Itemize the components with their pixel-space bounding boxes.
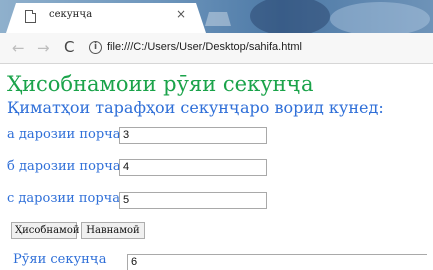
back-arrow-icon[interactable]: ←	[12, 39, 25, 57]
page-title: Ҳисобнамоии рӯяи секунҷа	[7, 72, 314, 96]
browser-toolbar: ← → C i file:///C:/Users/User/Desktop/sa…	[0, 33, 433, 64]
reset-button[interactable]: Навнамоӣ	[81, 222, 145, 239]
result-label: Рӯяи секунҷа	[13, 252, 107, 267]
result-output: 6	[127, 254, 427, 270]
page-subtitle: Қиматҳои тарафҳои секунҷаро ворид кунед:	[7, 98, 384, 117]
side-a-label: а дарозии порча	[7, 127, 121, 142]
tab-close-icon[interactable]: ×	[176, 7, 186, 21]
address-bar[interactable]: i file:///C:/Users/User/Desktop/sahifa.h…	[84, 37, 429, 59]
browser-tab-strip: секунҷа ×	[0, 0, 433, 33]
address-url[interactable]: file:///C:/Users/User/Desktop/sahifa.htm…	[107, 41, 302, 53]
background-decoration	[330, 2, 430, 33]
new-tab-button[interactable]	[205, 12, 231, 26]
info-icon[interactable]: i	[89, 41, 102, 54]
side-c-label: с дарозии порча	[7, 191, 121, 206]
tab-title: секунҷа	[49, 9, 93, 20]
side-c-input[interactable]: 5	[119, 192, 267, 209]
reload-icon[interactable]: C	[64, 38, 74, 56]
page-icon	[25, 10, 36, 23]
forward-arrow-icon[interactable]: →	[37, 39, 50, 57]
side-b-label: б дарозии порча	[7, 159, 121, 174]
background-decoration	[250, 0, 330, 33]
side-a-input[interactable]: 3	[119, 127, 267, 144]
side-b-input[interactable]: 4	[119, 159, 267, 176]
calculate-button[interactable]: Ҳисобнамоӣ	[11, 222, 80, 239]
